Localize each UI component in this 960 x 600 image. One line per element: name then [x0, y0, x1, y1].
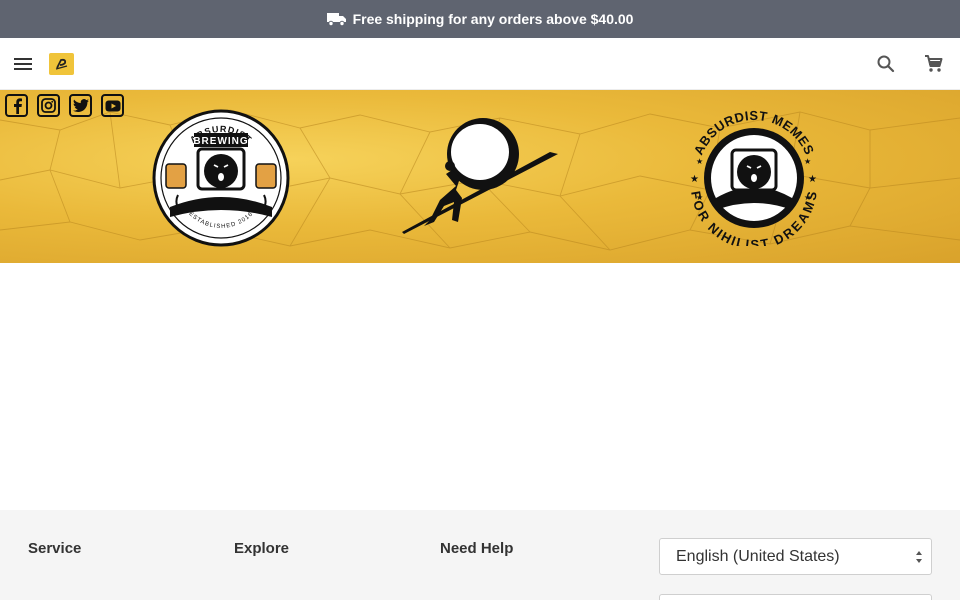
twitter-icon[interactable]: [69, 94, 92, 117]
announcement-text: Free shipping for any orders above $40.0…: [352, 11, 634, 27]
store-logo[interactable]: [49, 53, 74, 75]
footer-heading-explore: Explore: [234, 540, 290, 557]
svg-text:★: ★: [696, 193, 703, 202]
sisyphus-boulder-illustration: [402, 118, 558, 234]
hero-banner: ABSURDIST BREWING ESTABLISHED 2016 ABSUR…: [0, 90, 960, 263]
truck-icon: [326, 13, 346, 26]
svg-text:★: ★: [696, 157, 703, 166]
footer-heading-need-help: Need Help: [440, 540, 514, 557]
youtube-icon[interactable]: [101, 94, 124, 117]
currency-select[interactable]: [659, 594, 932, 600]
shopping-cart-icon[interactable]: [922, 52, 946, 76]
absurdist-memes-badge: ABSURDIST MEMES FOR NIHILIST DREAMS ★ ★ …: [688, 108, 819, 246]
footer-heading-service: Service: [28, 540, 82, 557]
site-footer: Service Explore Need Help English (Unite…: [0, 510, 960, 600]
instagram-icon[interactable]: [37, 94, 60, 117]
announcement-bar: Free shipping for any orders above $40.0…: [0, 0, 960, 38]
site-header: [0, 38, 960, 90]
social-links: [5, 94, 124, 117]
language-select-value: English (United States): [676, 547, 840, 565]
absurdist-brewing-badge: ABSURDIST BREWING ESTABLISHED 2016: [152, 109, 290, 247]
hamburger-menu-icon[interactable]: [14, 52, 36, 76]
select-arrows-icon: [916, 551, 922, 563]
facebook-icon[interactable]: [5, 94, 28, 117]
badge-middle-text: BREWING: [193, 136, 248, 147]
svg-text:★: ★: [804, 193, 811, 202]
search-icon[interactable]: [874, 52, 898, 76]
language-select[interactable]: English (United States): [659, 538, 932, 575]
svg-text:★: ★: [808, 174, 817, 185]
svg-text:★: ★: [804, 157, 811, 166]
svg-text:★: ★: [690, 174, 699, 185]
